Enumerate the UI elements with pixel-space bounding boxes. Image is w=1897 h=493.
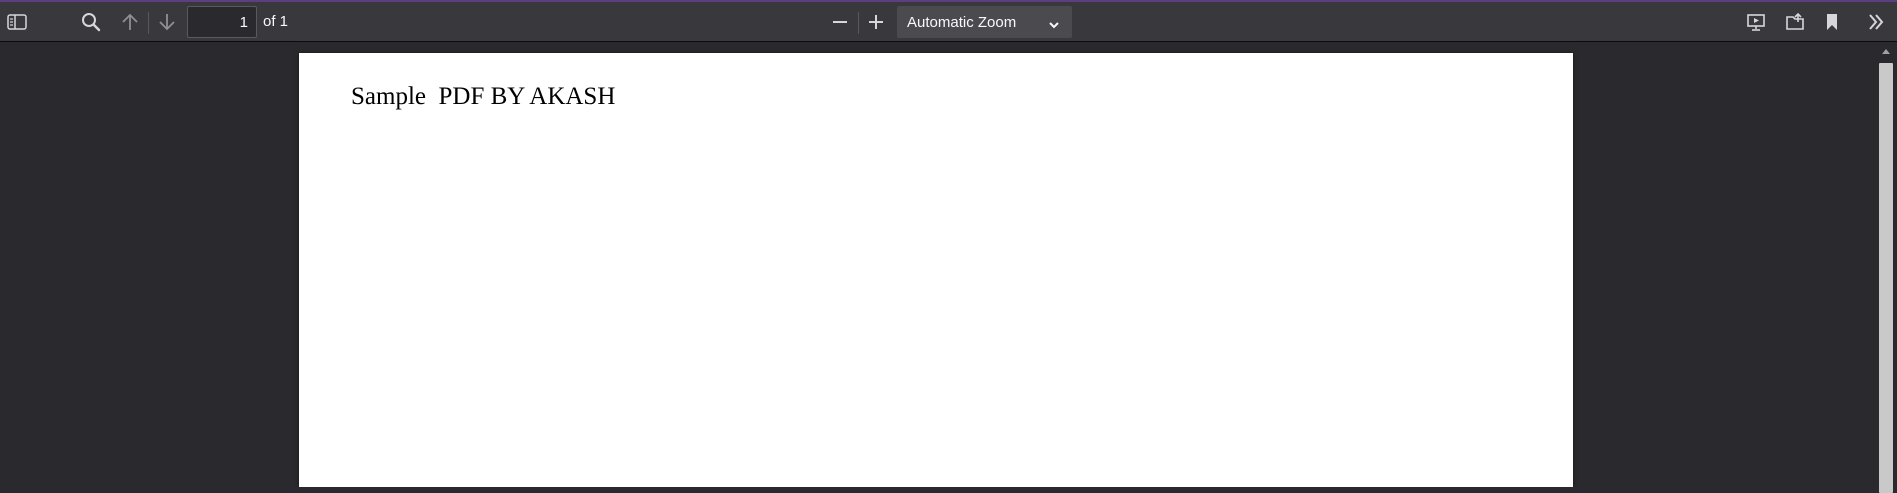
zoom-in-button[interactable] — [860, 6, 892, 38]
toolbar-separator — [148, 12, 149, 34]
tools-button[interactable] — [1860, 6, 1892, 38]
sidebar-toggle-button[interactable] — [1, 6, 33, 38]
double-chevron-right-icon — [1866, 12, 1886, 32]
sidebar-toggle-icon — [7, 14, 27, 30]
page-number-input[interactable] — [187, 6, 257, 38]
minus-icon — [831, 13, 849, 31]
pdf-page-text: Sample PDF BY AKASH — [351, 83, 616, 110]
open-file-icon — [1785, 12, 1805, 32]
scroll-up-arrow-icon[interactable] — [1875, 43, 1897, 61]
pdf-viewer-container[interactable]: Sample PDF BY AKASH — [0, 43, 1875, 487]
toolbar-separator — [858, 12, 859, 34]
presentation-mode-button[interactable] — [1740, 6, 1772, 38]
page-count-label: of 1 — [263, 13, 289, 30]
zoom-select[interactable]: Automatic Zoom — [897, 6, 1072, 38]
search-button[interactable] — [75, 6, 107, 38]
pdf-toolbar: of 1 Automatic Zoom — [0, 2, 1897, 42]
arrow-up-icon — [120, 12, 140, 32]
next-page-button[interactable] — [151, 6, 183, 38]
bookmark-icon — [1824, 12, 1840, 32]
presentation-mode-icon — [1746, 12, 1766, 32]
previous-page-button[interactable] — [114, 6, 146, 38]
search-icon — [81, 12, 101, 32]
pdf-page: Sample PDF BY AKASH — [299, 53, 1573, 487]
open-file-button[interactable] — [1779, 6, 1811, 38]
arrow-down-icon — [157, 12, 177, 32]
bookmark-button[interactable] — [1816, 6, 1848, 38]
plus-icon — [867, 13, 885, 31]
zoom-select-value: Automatic Zoom — [907, 13, 1017, 31]
vertical-scrollbar[interactable] — [1875, 43, 1897, 493]
zoom-out-button[interactable] — [824, 6, 856, 38]
chevron-down-icon — [1048, 17, 1060, 34]
scrollbar-thumb[interactable] — [1879, 63, 1893, 493]
